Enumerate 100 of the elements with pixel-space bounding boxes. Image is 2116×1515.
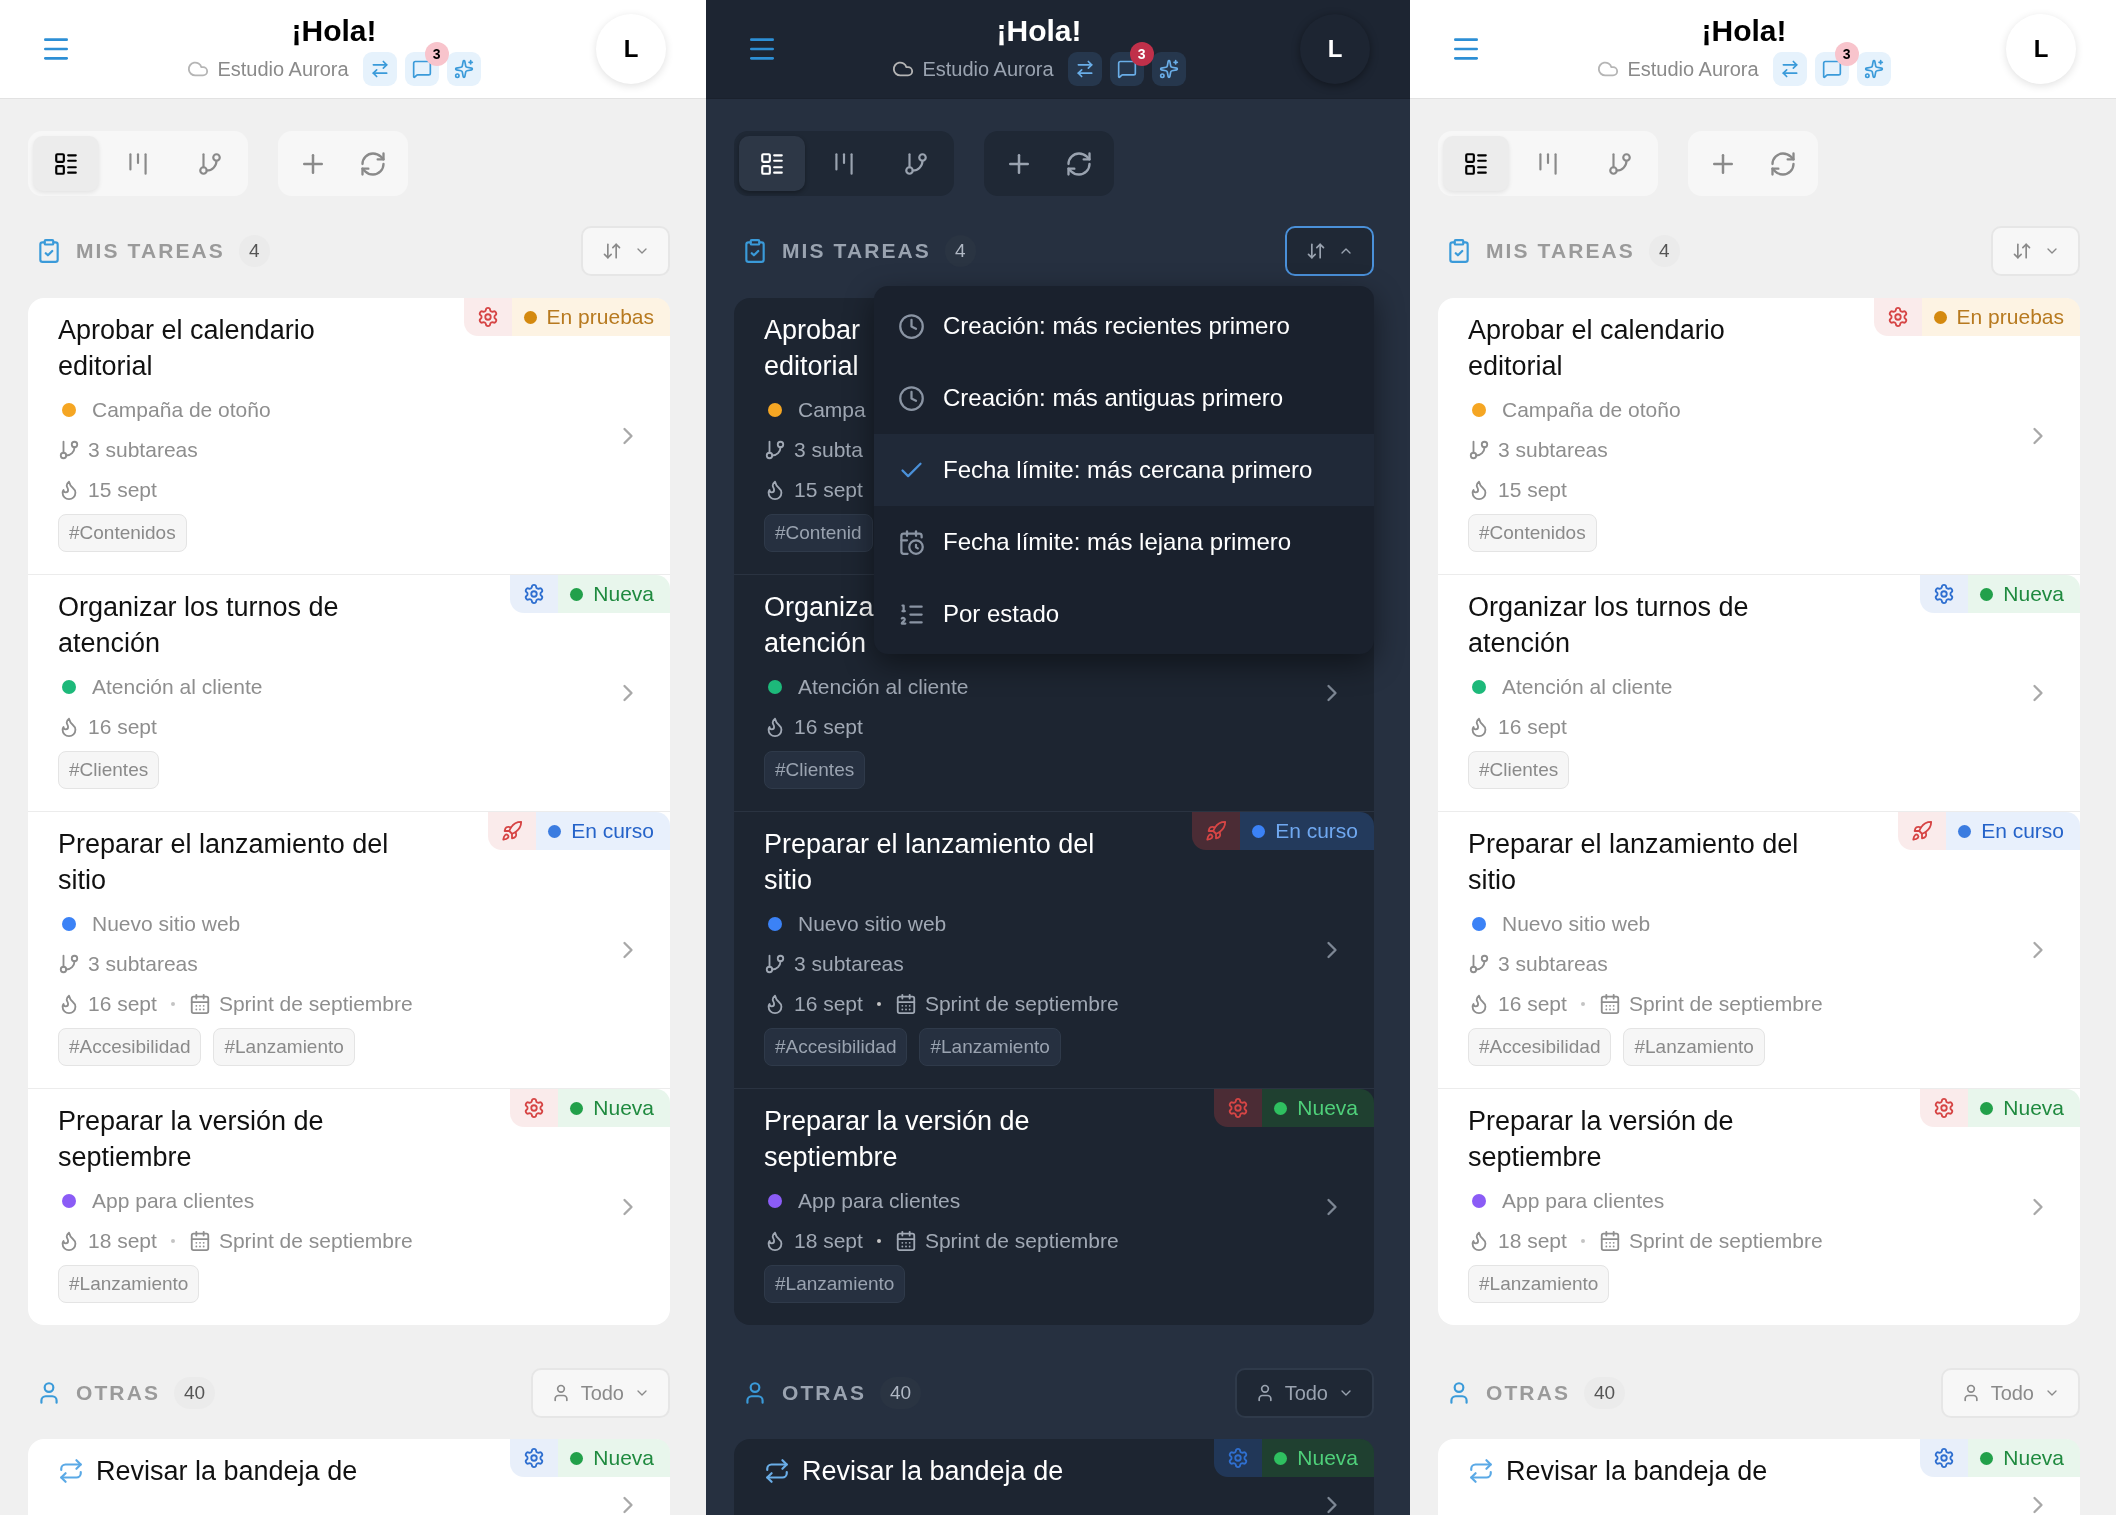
due-date: 16 sept	[88, 991, 157, 1018]
user-avatar[interactable]: L	[2006, 14, 2076, 84]
subtask-count: 3 subta	[794, 437, 863, 464]
branch-icon	[764, 953, 786, 975]
task-count: 40	[1584, 1377, 1626, 1409]
task-title: Preparar la versión de	[764, 1105, 1030, 1138]
sort-option[interactable]: Creación: más recientes primero	[874, 290, 1374, 362]
workspace-name: Estudio Aurora	[217, 57, 349, 82]
due-date: 15 sept	[88, 477, 157, 504]
due-date: 18 sept	[794, 1228, 863, 1255]
task-count: 40	[880, 1377, 922, 1409]
branch-icon	[58, 953, 80, 975]
task-card[interactable]: Revisar la bandeja de Nueva	[734, 1439, 1374, 1515]
greeting-title: ¡Hola!	[1701, 13, 1787, 49]
task-count: 4	[944, 235, 976, 267]
section-title: MIS TAREAS	[1486, 238, 1635, 265]
tag-chip[interactable]: #Accesibilidad	[764, 1028, 908, 1066]
filter-dropdown[interactable]: Todo	[1234, 1368, 1374, 1418]
notification-badge: 3	[424, 42, 449, 66]
calendar-icon	[188, 1230, 211, 1252]
due-date: 18 sept	[1498, 1228, 1567, 1255]
task-card[interactable]: Aprobar el calendario editorial Campaña de otoño 3 subtareas 15 sept #Contenidos En pruebas	[1438, 298, 2080, 574]
task-title: septiembre	[1468, 1141, 1602, 1174]
status-badge: Nueva	[1262, 1439, 1374, 1477]
user-avatar[interactable]: L	[1300, 14, 1370, 84]
status-badge: En pruebas	[1921, 298, 2080, 336]
subtask-count: 3 subtareas	[1498, 951, 1608, 978]
task-card[interactable]: Organizar los turnos de atención Atención al cliente 16 sept #Clientes Nueva	[28, 574, 670, 811]
branch-icon	[764, 439, 786, 461]
sprint-name: Sprint de septiembre	[218, 991, 413, 1018]
task-card[interactable]: Revisar la bandeja de Nueva	[28, 1439, 670, 1515]
section-title: MIS TAREAS	[76, 238, 225, 265]
sprint-name: Sprint de septiembre	[924, 1228, 1119, 1255]
subtask-count: 3 subtareas	[1498, 437, 1608, 464]
refresh-icon	[1769, 149, 1797, 178]
subtask-count: 3 subtareas	[88, 951, 198, 978]
tag-chip[interactable]: #Lanzamiento	[919, 1028, 1061, 1066]
task-title: sitio	[58, 864, 106, 897]
sort-button[interactable]	[1285, 226, 1374, 276]
sort-option[interactable]: Por estado	[874, 578, 1374, 650]
status-badge: En curso	[1946, 812, 2080, 850]
due-date: 16 sept	[88, 714, 157, 741]
due-date: 16 sept	[794, 991, 863, 1018]
due-date: 15 sept	[794, 477, 863, 504]
project-name: App para clientes	[1502, 1188, 1665, 1215]
task-count: 4	[1648, 235, 1680, 267]
view-button[interactable]	[739, 136, 805, 191]
calendar-icon	[894, 993, 917, 1015]
task-title: editorial	[1468, 350, 1563, 383]
section-title: OTRAS	[782, 1380, 866, 1407]
task-card[interactable]: Preparar la versión de septiembre App para clientes 18 sept Sprint de septiembre #Lanzamiento Nueva	[28, 1088, 670, 1325]
clipboard-icon	[36, 238, 62, 264]
task-title: septiembre	[764, 1141, 898, 1174]
branch-view-icon	[903, 150, 929, 177]
sort-option[interactable]: Creación: más antiguas primero	[874, 362, 1374, 434]
view-button[interactable]	[1443, 136, 1509, 191]
switch-button[interactable]	[362, 52, 397, 86]
task-title: atención	[1468, 627, 1571, 660]
view-button[interactable]	[33, 136, 99, 191]
sparkles-icon	[1863, 59, 1884, 79]
list-view-icon	[1463, 150, 1489, 177]
status-badge: En curso	[536, 812, 670, 850]
status-badge: Nueva	[558, 1089, 670, 1127]
section-title: MIS TAREAS	[782, 238, 931, 265]
chat-bubble-icon	[411, 59, 432, 79]
branch-view-icon	[1607, 150, 1633, 177]
project-name: Campaña de otoño	[1502, 397, 1681, 424]
sparkles-icon	[453, 59, 474, 79]
switch-button[interactable]	[1772, 52, 1807, 86]
switch-button[interactable]	[1067, 52, 1102, 86]
branch-view-icon	[197, 150, 223, 177]
user-avatar[interactable]: L	[596, 14, 666, 84]
status-badge: Nueva	[1968, 1089, 2080, 1127]
task-card[interactable]: Aprobar el calendario editorial Campaña de otoño 3 subtareas 15 sept #Contenidos En pruebas	[28, 298, 670, 574]
task-card[interactable]: Preparar la versión de septiembre App para clientes 18 sept Sprint de septiembre #Lanzamiento Nueva	[1438, 1088, 2080, 1325]
due-date: 15 sept	[1498, 477, 1567, 504]
project-name: App para clientes	[798, 1188, 961, 1215]
list-view-icon	[759, 150, 785, 177]
subtask-count: 3 subtareas	[88, 437, 198, 464]
task-card[interactable]: Preparar el lanzamiento del sitio Nuevo sitio web 3 subtareas 16 sept Sprint de septiembre #Accesibilidad #Lanzamiento En curso	[734, 811, 1374, 1088]
task-card[interactable]: Preparar la versión de septiembre App para clientes 18 sept Sprint de septiembre #Lanzamiento Nueva	[734, 1088, 1374, 1325]
subtask-count: 3 subtareas	[794, 951, 904, 978]
greeting-title: ¡Hola!	[291, 13, 377, 49]
sort-icon	[601, 241, 622, 261]
status-badge: Nueva	[558, 575, 670, 613]
task-title: Organizar los turnos de	[1468, 591, 1749, 624]
tag-chip[interactable]: #Clientes	[764, 751, 866, 789]
status-badge: En curso	[1240, 812, 1374, 850]
ai-button[interactable]	[1856, 52, 1891, 86]
ai-button[interactable]	[446, 52, 481, 86]
tag-chip[interactable]: #Contenid	[764, 514, 873, 552]
ai-button[interactable]	[1151, 52, 1186, 86]
due-date: 16 sept	[1498, 991, 1567, 1018]
project-name: Atención al cliente	[798, 674, 969, 701]
tag-chip[interactable]: #Lanzamiento	[764, 1265, 906, 1303]
task-card[interactable]: Organizar los turnos de atención Atención al cliente 16 sept #Clientes Nueva	[1438, 574, 2080, 811]
project-name: Atención al cliente	[1502, 674, 1673, 701]
workspace-name: Estudio Aurora	[922, 57, 1054, 82]
sort-option[interactable]: Fecha límite: más cercana primero	[874, 434, 1374, 506]
task-card[interactable]: Revisar la bandeja de Nueva	[1438, 1439, 2080, 1515]
